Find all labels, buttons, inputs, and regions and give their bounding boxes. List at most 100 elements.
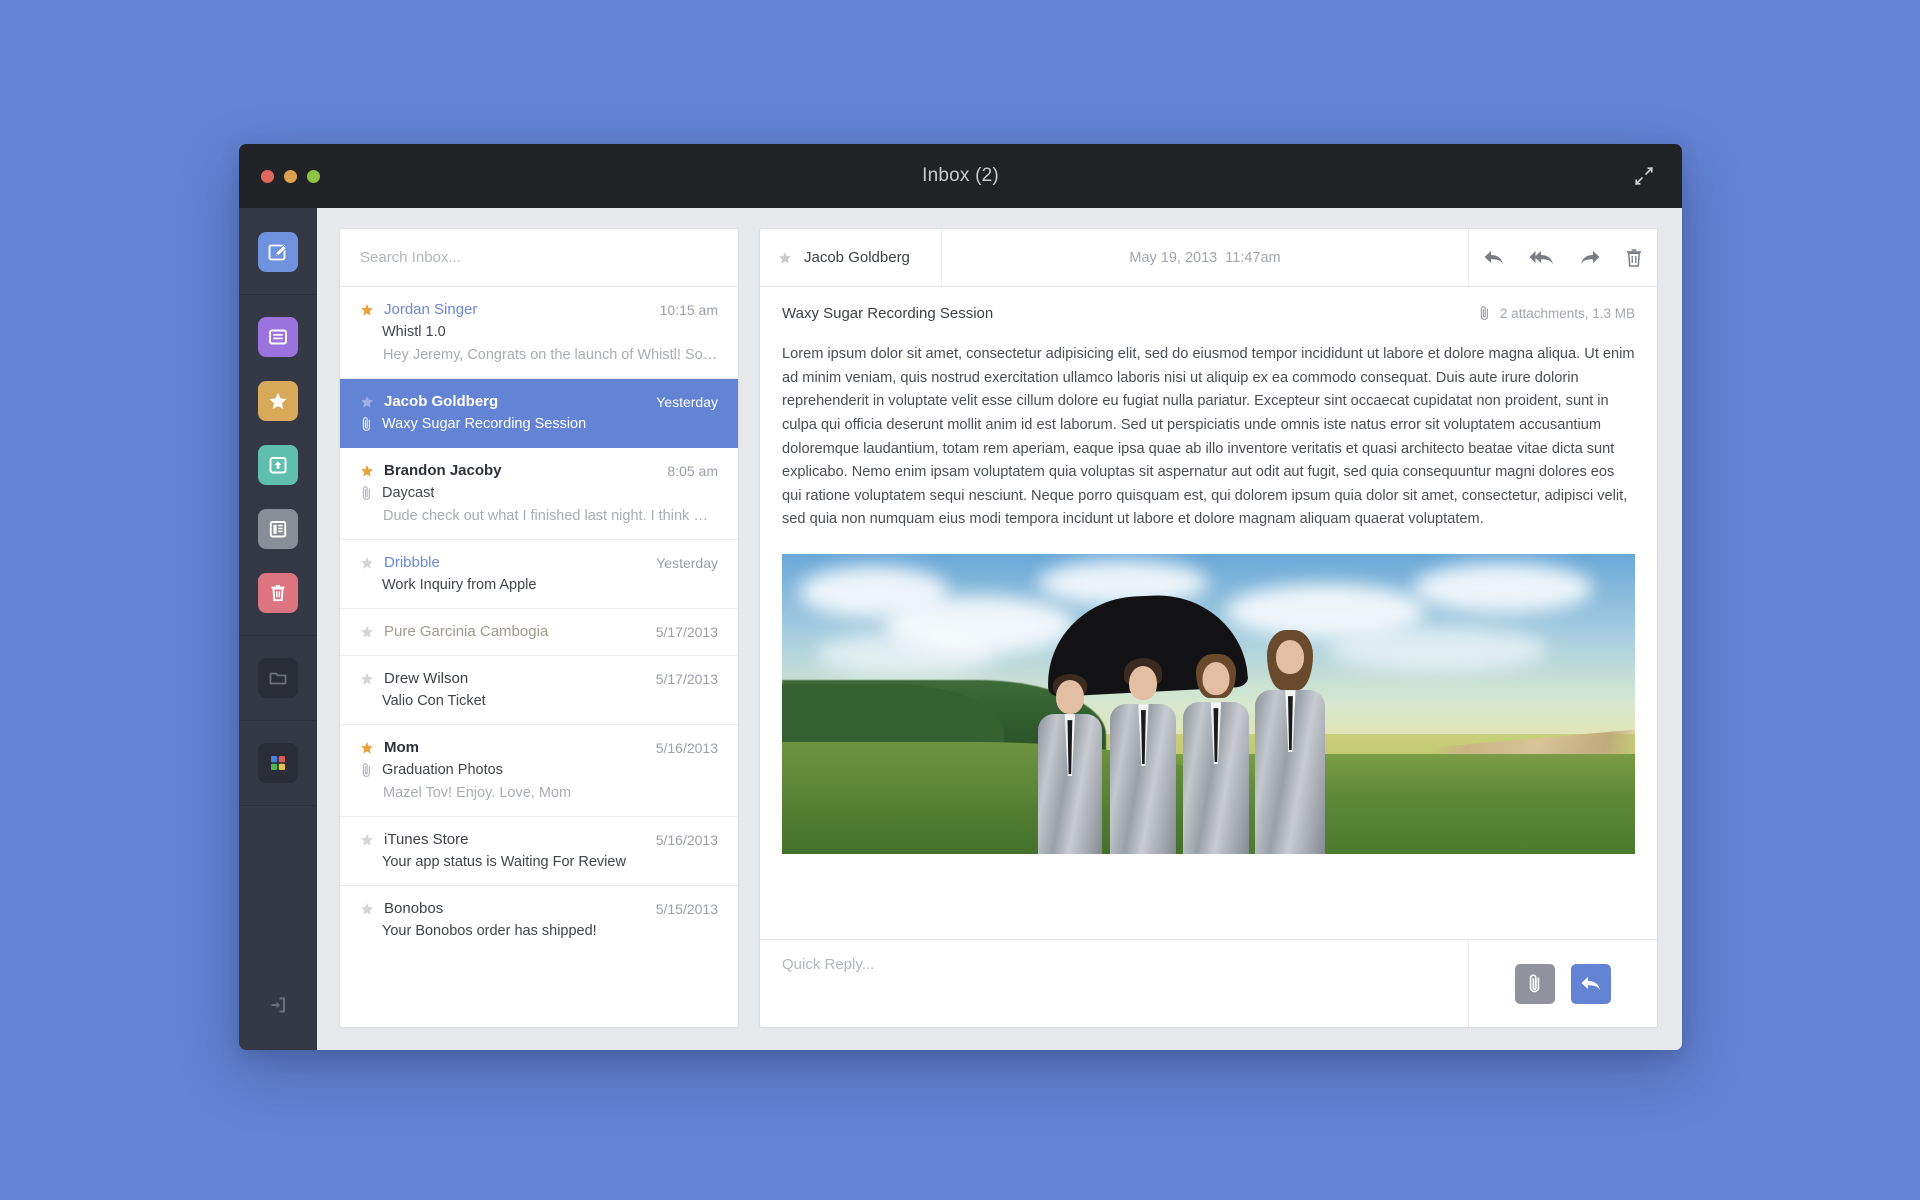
star-icon[interactable]	[778, 251, 792, 265]
trash-icon	[271, 585, 285, 602]
email-list-item[interactable]: Jordan Singer 10:15 am Whistl 1.0 Hey Jerem…	[340, 287, 738, 379]
message-sender-name: Jacob Goldberg	[804, 249, 910, 266]
sidebar-item-apps[interactable]	[258, 743, 298, 783]
star-icon[interactable]	[360, 395, 374, 409]
star-icon[interactable]	[360, 741, 374, 755]
content-area: Jordan Singer 10:15 am Whistl 1.0 Hey Jerem…	[317, 208, 1682, 1050]
email-subject: Daycast	[382, 485, 435, 501]
email-subject-line: Waxy Sugar Recording Session	[360, 416, 718, 432]
sidebar-item-starred[interactable]	[258, 381, 298, 421]
email-list-item[interactable]: Dribbble Yesterday Work Inquiry from Apple	[340, 540, 738, 609]
attachments-text: 2 attachments, 1.3 MB	[1499, 305, 1635, 321]
email-sender: Jordan Singer	[384, 301, 478, 318]
email-list-item[interactable]: iTunes Store 5/16/2013 Your app status is …	[340, 817, 738, 886]
email-list-item[interactable]: Brandon Jacoby 8:05 am Daycast Dude check o…	[340, 448, 738, 540]
email-subject: Waxy Sugar Recording Session	[382, 416, 587, 432]
email-snippet: Mazel Tov! Enjoy. Love, Mom	[383, 785, 572, 801]
email-subject-line: Work Inquiry from Apple	[360, 577, 718, 593]
send-reply-button[interactable]	[1571, 963, 1611, 1004]
email-list-item[interactable]: Pure Garcinia Cambogia 5/17/2013	[340, 609, 738, 656]
message-time: 11:47am	[1225, 249, 1281, 266]
email-timestamp: 5/15/2013	[655, 900, 718, 917]
message-actions	[1469, 229, 1657, 286]
paperclip-icon	[362, 763, 371, 777]
email-subject-line: Whistl 1.0	[360, 324, 718, 340]
reply-button[interactable]	[1483, 249, 1505, 267]
message-inline-image	[782, 554, 1635, 855]
trash-icon	[1627, 248, 1641, 267]
star-icon[interactable]	[360, 902, 374, 916]
email-subject: Valio Con Ticket	[382, 693, 486, 709]
email-timestamp: 8:05 am	[667, 462, 718, 479]
email-list-item[interactable]: Drew Wilson 5/17/2013 Valio Con Ticket	[340, 656, 738, 725]
sidebar-item-inbox[interactable]	[258, 317, 298, 357]
sidebar-item-compose[interactable]	[258, 232, 298, 272]
email-sender: iTunes Store	[384, 831, 469, 848]
search-input[interactable]	[360, 249, 718, 266]
email-timestamp: 5/17/2013	[655, 670, 718, 687]
email-subject: Your Bonobos order has shipped!	[382, 923, 597, 939]
star-icon[interactable]	[360, 672, 374, 686]
quick-reply-actions	[1469, 940, 1657, 1027]
email-subject-line: Valio Con Ticket	[360, 693, 718, 709]
email-snippet: Dude check out what I finished last nigh…	[383, 508, 718, 524]
paperclip-icon	[362, 417, 371, 431]
minimize-button[interactable]	[284, 169, 297, 183]
message-date: May 19, 2013	[1129, 249, 1218, 266]
delete-button[interactable]	[1625, 248, 1643, 268]
newspaper-icon	[269, 521, 287, 538]
reply-all-button[interactable]	[1529, 249, 1555, 267]
star-icon[interactable]	[360, 303, 374, 317]
email-timestamp: 10:15 am	[659, 301, 718, 318]
paperclip-icon	[1529, 973, 1540, 992]
email-sender: Drew Wilson	[384, 670, 469, 687]
paperclip-icon	[362, 486, 371, 500]
message-subject-bar: Waxy Sugar Recording Session 2 attachmen…	[760, 287, 1657, 339]
star-icon[interactable]	[360, 556, 374, 570]
window-titlebar: Inbox (2)	[239, 144, 1682, 208]
message-body: Lorem ipsum dolor sit amet, consectetur …	[760, 339, 1657, 939]
close-button[interactable]	[261, 169, 274, 183]
archive-upload-icon	[269, 457, 287, 474]
sidebar-group-mailboxes	[239, 295, 317, 636]
star-icon[interactable]	[360, 625, 374, 639]
email-timestamp: 5/16/2013	[655, 831, 718, 848]
star-icon[interactable]	[360, 833, 374, 847]
email-timestamp: 5/17/2013	[655, 623, 718, 640]
email-list-panel: Jordan Singer 10:15 am Whistl 1.0 Hey Jerem…	[339, 228, 739, 1028]
email-subject: Work Inquiry from Apple	[382, 577, 537, 593]
email-sender: Bonobos	[384, 900, 444, 917]
reading-pane: Jacob Goldberg May 19, 2013 11:47am Waxy…	[759, 228, 1658, 1028]
email-list-item[interactable]: Mom 5/16/2013 Graduation Photos Mazel Tov! …	[340, 725, 738, 817]
email-sender: Dribbble	[384, 554, 440, 571]
email-timestamp: 5/16/2013	[655, 739, 718, 756]
logout-icon	[271, 997, 285, 1013]
email-sender: Jacob Goldberg	[384, 393, 499, 410]
email-sender: Pure Garcinia Cambogia	[384, 623, 549, 640]
zoom-button[interactable]	[307, 169, 320, 183]
email-list[interactable]: Jordan Singer 10:15 am Whistl 1.0 Hey Jerem…	[340, 287, 738, 1027]
logout-button[interactable]	[261, 988, 295, 1022]
sidebar-item-news[interactable]	[258, 509, 298, 549]
attachments-info[interactable]: 2 attachments, 1.3 MB	[1478, 305, 1635, 321]
sidebar-item-archive[interactable]	[258, 445, 298, 485]
quick-reply-input[interactable]	[782, 956, 1446, 973]
email-subject: Graduation Photos	[382, 762, 503, 778]
message-datetime: May 19, 2013 11:47am	[942, 229, 1469, 286]
attach-file-button[interactable]	[1515, 963, 1555, 1004]
reply-arrow-icon	[1484, 250, 1503, 264]
email-list-item[interactable]: Bonobos 5/15/2013 Your Bonobos order has s…	[340, 886, 738, 954]
message-subject: Waxy Sugar Recording Session	[782, 304, 994, 322]
email-sender: Brandon Jacoby	[384, 462, 502, 479]
email-sender: Mom	[384, 739, 419, 756]
sidebar-item-folders[interactable]	[258, 658, 298, 698]
star-icon[interactable]	[360, 464, 374, 478]
sidebar-item-trash[interactable]	[258, 573, 298, 613]
email-snippet: Hey Jeremy, Congrats on the launch of Wh…	[383, 347, 718, 363]
email-list-item[interactable]: Jacob Goldberg Yesterday Waxy Sugar Record…	[340, 379, 738, 448]
search-bar	[340, 229, 738, 287]
expand-arrows-icon[interactable]	[1632, 164, 1656, 188]
compose-pencil-icon	[268, 244, 287, 261]
forward-button[interactable]	[1579, 249, 1601, 267]
email-subject-line: Graduation Photos	[360, 762, 718, 778]
